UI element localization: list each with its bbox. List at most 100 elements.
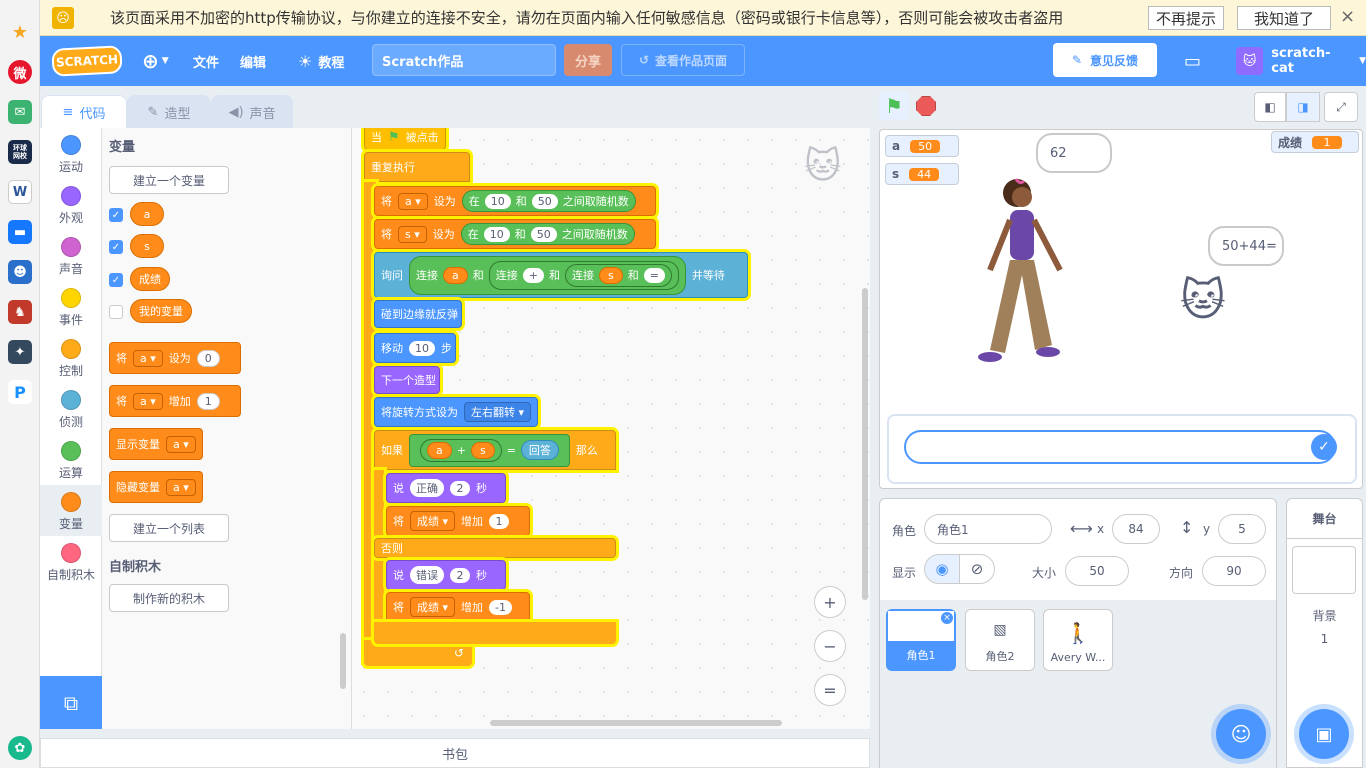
got-it-button[interactable]: 我知道了 — [1237, 6, 1331, 30]
delete-sprite-icon[interactable]: × — [940, 611, 954, 625]
change-variable-block[interactable]: 将a ▾ 增加 1 — [109, 385, 241, 417]
zoom-out-button[interactable]: − — [814, 630, 846, 662]
category-sound[interactable]: 声音 — [40, 230, 102, 281]
score-dropdown[interactable]: 成绩 ▾ — [410, 511, 456, 531]
random-min-input[interactable]: 10 — [484, 193, 511, 209]
equals-operator[interactable]: a + s = 回答 — [409, 433, 570, 467]
if-else-block[interactable]: 如果 a + s = 回答 那么 — [374, 430, 616, 470]
fullscreen-button[interactable]: ⤢ — [1324, 92, 1358, 122]
game2-icon[interactable]: ♞ — [8, 300, 32, 324]
add-var-s[interactable]: s — [470, 441, 495, 459]
set-variable-block[interactable]: 将a ▾ 设为 0 — [109, 342, 241, 374]
x-input[interactable]: 84 — [1112, 514, 1160, 544]
set-rotation-style-block[interactable]: 将旋转方式设为 左右翻转 ▾ — [374, 397, 538, 427]
category-control[interactable]: 控制 — [40, 332, 102, 383]
cat-sprite[interactable]: 🐱 — [1180, 275, 1226, 326]
change-var-dropdown[interactable]: a ▾ — [133, 392, 163, 410]
file-menu[interactable]: 文件 — [193, 36, 219, 86]
ask-and-wait-block[interactable]: 询问 连接 a 和 连接 + 和 连接 s 和 = 并等待 — [374, 252, 748, 298]
mail-icon[interactable]: ✉ — [8, 100, 32, 124]
direction-input[interactable]: 90 — [1202, 556, 1266, 586]
submit-check-icon[interactable]: ✓ — [1311, 434, 1337, 460]
sprite-name-input[interactable]: 角色1 — [924, 514, 1052, 544]
score-dropdown-2[interactable]: 成绩 ▾ — [410, 597, 456, 617]
game3-icon[interactable]: ✦ — [8, 340, 32, 364]
random-max-input-2[interactable]: 50 — [530, 226, 557, 242]
rotation-style-dropdown[interactable]: 左右翻转 ▾ — [464, 402, 532, 422]
answer-input[interactable] — [904, 430, 1336, 464]
project-title-input[interactable]: Scratch作品 — [372, 44, 556, 76]
set-s-random-block[interactable]: 将s ▾ 设为 在 10 和 50 之间取随机数 — [374, 219, 656, 249]
hide-var-dropdown[interactable]: a ▾ — [166, 478, 196, 496]
bounce-on-edge-block[interactable]: 碰到边缘就反弹 — [374, 300, 462, 328]
workspace-horizontal-scrollbar[interactable] — [490, 720, 782, 726]
show-var-dropdown[interactable]: a ▾ — [166, 435, 196, 453]
show-visible-button[interactable]: ◉ — [924, 554, 960, 584]
var-a-checkbox[interactable]: ✓ — [109, 208, 123, 222]
random-operator-2[interactable]: 在 10 和 50 之间取随机数 — [460, 223, 635, 245]
weibo-icon[interactable]: 微 — [8, 60, 32, 84]
when-flag-clicked-block[interactable]: 当 ⚑ 被点击 — [364, 128, 446, 150]
share-button[interactable]: 分享 — [564, 44, 612, 76]
say-wrong-input[interactable]: 错误 — [410, 566, 444, 584]
change-value-input[interactable]: 1 — [196, 392, 220, 410]
p-icon[interactable]: P — [8, 380, 32, 404]
small-stage-button[interactable]: ◧ — [1254, 92, 1286, 122]
minus-one-input[interactable]: -1 — [489, 599, 512, 615]
var-score-reporter[interactable]: 成绩 — [130, 267, 170, 291]
normal-stage-button[interactable]: ◨ — [1286, 92, 1320, 122]
folder-icon[interactable]: ▭ — [1184, 36, 1201, 86]
category-sensing[interactable]: 侦测 — [40, 383, 102, 434]
edit-menu[interactable]: 编辑 — [240, 36, 266, 86]
join-operator[interactable]: 连接 a 和 连接 + 和 连接 s 和 = — [409, 255, 686, 295]
add-sprite-button[interactable]: ☺ — [1216, 709, 1266, 759]
avery-sprite[interactable] — [960, 175, 1070, 375]
make-variable-button[interactable]: 建立一个变量 — [109, 166, 229, 194]
category-events[interactable]: 事件 — [40, 281, 102, 332]
category-looks[interactable]: 外观 — [40, 179, 102, 230]
say-correct-input[interactable]: 正确 — [410, 479, 444, 497]
var-s-checkbox[interactable]: ✓ — [109, 240, 123, 254]
sprite-thumb-2[interactable]: ▧ 角色2 — [965, 609, 1035, 671]
random-max-input[interactable]: 50 — [531, 193, 558, 209]
say-secs-input[interactable]: 2 — [450, 480, 470, 496]
chat-icon[interactable]: ▬ — [8, 220, 32, 244]
make-list-button[interactable]: 建立一个列表 — [109, 514, 229, 542]
set-var-dropdown[interactable]: a ▾ — [133, 349, 163, 367]
stop-button[interactable] — [916, 96, 936, 116]
var-s-dropdown[interactable]: s ▾ — [398, 225, 427, 243]
plus-one-input[interactable]: 1 — [489, 513, 510, 529]
word-icon[interactable]: W — [8, 180, 32, 204]
sprite-thumb-3[interactable]: 🚶 Avery W... — [1043, 609, 1113, 671]
join-operator-inner[interactable]: 连接 + 和 连接 s 和 = — [488, 260, 679, 290]
stage-selector-pane[interactable]: 舞台 背景 1 ▣ — [1286, 498, 1363, 768]
say-correct-block[interactable]: 说正确 2 秒 — [386, 473, 506, 503]
workspace-vertical-scrollbar[interactable] — [862, 288, 868, 600]
say-secs-input-2[interactable]: 2 — [450, 567, 470, 583]
see-project-button[interactable]: ↺ 查看作品页面 — [621, 44, 745, 76]
backpack-bar[interactable]: 书包 — [40, 738, 870, 768]
add-var-a[interactable]: a — [427, 441, 452, 459]
zoom-in-button[interactable]: + — [814, 586, 846, 618]
var-a-dropdown[interactable]: a ▾ — [398, 192, 428, 210]
next-costume-block[interactable]: 下一个造型 — [374, 366, 440, 394]
var-my-checkbox[interactable] — [109, 305, 123, 319]
var-score-checkbox[interactable]: ✓ — [109, 273, 123, 287]
plus-input[interactable]: + — [522, 267, 544, 283]
var-s-reporter[interactable]: s — [130, 234, 164, 258]
close-warning-icon[interactable]: × — [1340, 6, 1355, 27]
random-operator[interactable]: 在 10 和 50 之间取随机数 — [461, 190, 636, 212]
category-myblocks[interactable]: 自制积木 — [40, 536, 102, 587]
show-hidden-button[interactable]: ⊘ — [959, 554, 995, 584]
category-motion[interactable]: 运动 — [40, 128, 102, 179]
join-var-s[interactable]: s — [598, 266, 623, 284]
add-operator[interactable]: a + s — [420, 438, 502, 462]
star-icon[interactable]: ★ — [8, 20, 32, 44]
category-operators[interactable]: 运算 — [40, 434, 102, 485]
show-variable-block[interactable]: 显示变量 a ▾ — [109, 428, 203, 460]
user-menu[interactable]: 🐱 scratch-cat ▼ — [1236, 36, 1366, 86]
scratch-logo[interactable]: SCRATCH — [51, 45, 123, 77]
news-icon[interactable]: 环球 网校 — [8, 140, 32, 164]
tab-sounds[interactable]: ◀) 声音 — [211, 95, 293, 129]
join-operator-innermost[interactable]: 连接 s 和 = — [564, 263, 672, 287]
